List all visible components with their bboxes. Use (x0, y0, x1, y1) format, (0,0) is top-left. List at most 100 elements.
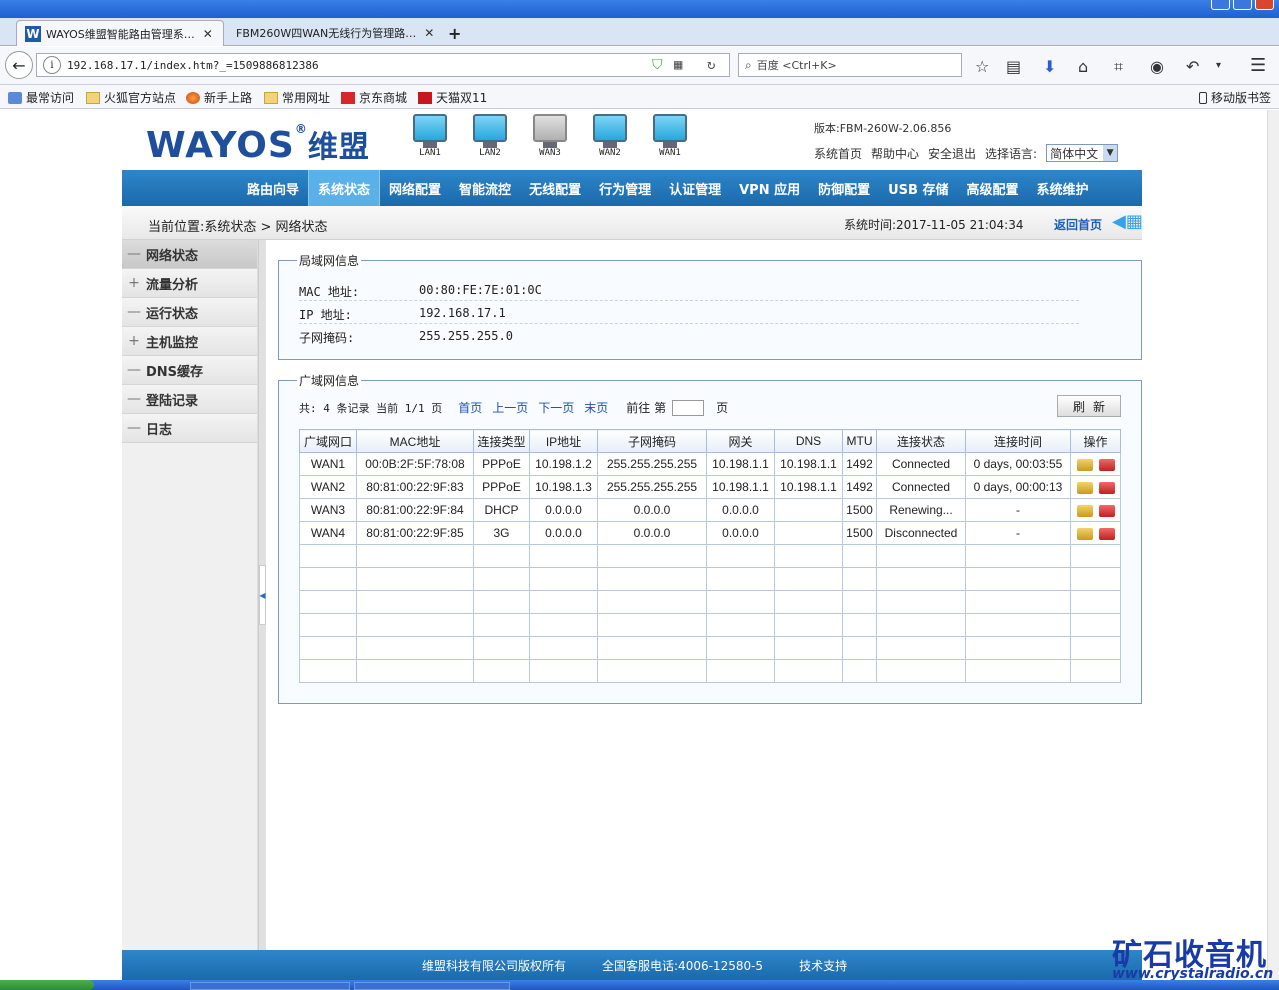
edit-icon[interactable] (1076, 481, 1093, 494)
table-cell (774, 636, 843, 660)
info-icon[interactable]: i (43, 56, 61, 74)
sidebar-splitter[interactable]: ◀ (258, 240, 266, 950)
sidebar-item[interactable]: + 主机监控 (122, 327, 257, 356)
sidebar-item[interactable]: + 流量分析 (122, 269, 257, 298)
table-cell: 10.198.1.1 (706, 452, 775, 476)
nav-item[interactable]: 网络配置 (380, 170, 450, 206)
new-tab-button[interactable]: + (440, 20, 466, 46)
page-scrollbar[interactable] (1267, 110, 1279, 980)
delete-icon[interactable] (1098, 527, 1115, 540)
bookmark-star-icon[interactable]: ☆ (975, 57, 989, 76)
taskbar-item[interactable] (190, 982, 350, 990)
sidebar-item[interactable]: — 日志 (122, 414, 257, 443)
delete-icon[interactable] (1098, 458, 1115, 471)
taskbar-item[interactable] (354, 982, 510, 990)
sidebar-item[interactable]: — DNS缓存 (122, 356, 257, 385)
nav-item[interactable]: 路由向导 (238, 170, 308, 206)
start-button[interactable] (0, 980, 94, 990)
reader-view-icon[interactable]: ▤ (1006, 57, 1021, 76)
search-input[interactable]: ⌕ 百度 <Ctrl+K> (738, 53, 962, 77)
tab-wayos[interactable]: W WAYOS维盟智能路由管理系… ✕ (16, 20, 224, 46)
port-wan2[interactable]: WAN2 (592, 114, 628, 158)
delete-icon[interactable] (1098, 481, 1115, 494)
table-cell (529, 590, 598, 614)
back-button[interactable]: ← (5, 51, 33, 79)
table-cell (473, 567, 530, 591)
nav-item[interactable]: 智能流控 (450, 170, 520, 206)
home-icon[interactable]: ⌂ (1078, 57, 1088, 76)
reload-icon[interactable]: ↻ (707, 57, 715, 73)
bookmark-getting-started[interactable]: 新手上路 (186, 89, 252, 106)
table-cell: WAN3 (299, 498, 357, 522)
port-wan1[interactable]: WAN1 (652, 114, 688, 158)
bookmark-common-sites[interactable]: 常用网址 (264, 89, 330, 106)
language-select[interactable]: 简体中文 ▼ (1046, 144, 1119, 162)
table-row: WAN3 80:81:00:22:9F:84 DHCP 0.0.0.0 0.0.0.0 0… (299, 498, 1121, 522)
table-cell (473, 544, 530, 568)
tech-support-link[interactable]: 技术支持 (799, 957, 847, 974)
bookmark-jd[interactable]: 京东商城 (341, 89, 407, 106)
nav-item[interactable]: 高级配置 (957, 170, 1027, 206)
tab-fbm260w[interactable]: FBM260W四WAN无线行为管理路… ✕ (228, 20, 434, 46)
link-logout[interactable]: 安全退出 (928, 145, 976, 162)
nav-item[interactable]: 防御配置 (809, 170, 879, 206)
nav-item[interactable]: 认证管理 (660, 170, 730, 206)
bookmark-firefox-site[interactable]: 火狐官方站点 (86, 89, 176, 106)
collapse-arrow-icon[interactable]: ◀ (259, 565, 266, 625)
link-home[interactable]: 系统首页 (814, 145, 862, 162)
firmware-version: 版本:FBM-260W-2.06.856 (814, 122, 952, 135)
nav-item[interactable]: 行为管理 (590, 170, 660, 206)
next-page-link[interactable]: 下一页 (538, 399, 574, 416)
delete-icon[interactable] (1098, 504, 1115, 517)
copyright-text: 维盟科技有限公司版权所有 (422, 958, 567, 973)
link-help[interactable]: 帮助中心 (871, 145, 919, 162)
table-cell: PPPoE (473, 475, 530, 499)
field-label: MAC 地址: (299, 285, 360, 299)
port-label: LAN2 (479, 148, 501, 158)
url-bar[interactable]: i 192.168.17.1/index.htm?_=1509886812386… (36, 53, 730, 77)
port-lan1[interactable]: LAN1 (412, 114, 448, 158)
minimize-button[interactable] (1211, 0, 1230, 10)
back-home-link[interactable]: 返回首页 (1054, 216, 1102, 233)
menu-icon[interactable]: ☰ (1250, 55, 1266, 76)
shield-icon[interactable]: ⛉ (652, 57, 663, 73)
first-page-link[interactable]: 首页 (458, 399, 482, 416)
nav-item[interactable]: VPN 应用 (730, 170, 809, 206)
port-wan3[interactable]: WAN3 (532, 114, 568, 158)
dropdown-icon[interactable]: ▾ (1216, 60, 1221, 71)
bookmark-mobile[interactable]: 移动版书签 (1199, 89, 1271, 106)
bookmark-most-visited[interactable]: 最常访问 (8, 89, 74, 106)
table-cell (876, 636, 966, 660)
close-window-button[interactable] (1255, 0, 1274, 10)
sidebar-item[interactable]: — 登陆记录 (122, 385, 257, 414)
table-cell (597, 590, 707, 614)
nav-item[interactable]: 无线配置 (520, 170, 590, 206)
prev-page-link[interactable]: 上一页 (492, 399, 528, 416)
close-tab-icon[interactable]: ✕ (424, 26, 434, 40)
port-lan2[interactable]: LAN2 (472, 114, 508, 158)
maximize-button[interactable] (1233, 0, 1252, 10)
table-cell (842, 590, 877, 614)
back-arrow-icon[interactable]: ◀▦ (1112, 213, 1143, 231)
refresh-button[interactable]: 刷新 (1057, 395, 1121, 417)
edit-icon[interactable] (1076, 504, 1093, 517)
edit-icon[interactable] (1076, 527, 1093, 540)
last-page-link[interactable]: 末页 (584, 399, 608, 416)
goto-page-input[interactable] (672, 399, 705, 416)
close-tab-icon[interactable]: ✕ (203, 27, 213, 41)
table-cell (597, 613, 707, 637)
nav-item[interactable]: 系统维护 (1028, 170, 1098, 206)
search-placeholder: 百度 <Ctrl+K> (756, 59, 837, 72)
nav-item[interactable]: USB 存储 (879, 170, 957, 206)
monitor-icon (473, 114, 507, 142)
download-icon[interactable]: ⬇ (1043, 57, 1056, 76)
undo-icon[interactable]: ↶ (1186, 57, 1199, 76)
chat-icon[interactable]: ◉ (1150, 57, 1164, 76)
nav-item[interactable]: 系统状态 (308, 170, 381, 206)
qrcode-icon[interactable]: ▦ (674, 57, 682, 73)
edit-icon[interactable] (1076, 458, 1093, 471)
sidebar-item[interactable]: — 运行状态 (122, 298, 257, 327)
sidebar-item[interactable]: — 网络状态 (122, 240, 257, 269)
bookmark-tmall[interactable]: 天猫双11 (418, 89, 487, 106)
screenshot-icon[interactable]: ⌗ (1114, 57, 1123, 77)
